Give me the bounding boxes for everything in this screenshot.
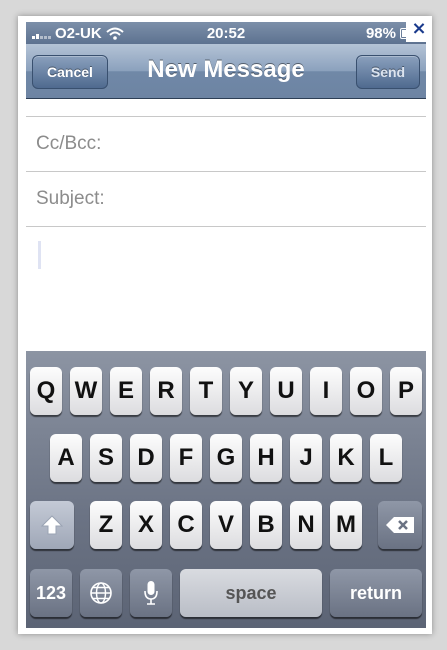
key-c[interactable]: C: [170, 501, 202, 549]
key-w[interactable]: W: [70, 367, 102, 415]
key-r[interactable]: R: [150, 367, 182, 415]
globe-key[interactable]: [80, 569, 122, 617]
cc-bcc-label: Cc/Bcc:: [36, 133, 102, 154]
key-l[interactable]: L: [370, 434, 402, 482]
status-bar: O2-UK 20:52 98%: [26, 22, 426, 44]
key-a[interactable]: A: [50, 434, 82, 482]
key-o[interactable]: O: [350, 367, 382, 415]
battery-percent: 98%: [365, 25, 396, 42]
key-x[interactable]: X: [130, 501, 162, 549]
key-d[interactable]: D: [130, 434, 162, 482]
navigation-bar: Cancel New Message Send: [26, 44, 426, 99]
key-u[interactable]: U: [270, 367, 302, 415]
send-button[interactable]: Send: [356, 55, 420, 89]
numbers-key[interactable]: 123: [30, 569, 72, 617]
key-b[interactable]: B: [250, 501, 282, 549]
key-q[interactable]: Q: [30, 367, 62, 415]
key-h[interactable]: H: [250, 434, 282, 482]
key-i[interactable]: I: [310, 367, 342, 415]
to-field[interactable]: [26, 99, 426, 117]
globe-icon: [90, 582, 112, 604]
subject-label: Subject:: [36, 188, 105, 209]
close-icon[interactable]: ×: [406, 16, 432, 42]
subject-field[interactable]: Subject:: [26, 172, 426, 227]
key-p[interactable]: P: [390, 367, 422, 415]
key-s[interactable]: S: [90, 434, 122, 482]
microphone-key[interactable]: [130, 569, 172, 617]
key-e[interactable]: E: [110, 367, 142, 415]
backspace-key[interactable]: [378, 501, 422, 549]
key-k[interactable]: K: [330, 434, 362, 482]
cc-bcc-field[interactable]: Cc/Bcc:: [26, 117, 426, 172]
key-m[interactable]: M: [330, 501, 362, 549]
microphone-icon: [144, 581, 158, 605]
key-v[interactable]: V: [210, 501, 242, 549]
message-body[interactable]: [26, 227, 426, 351]
space-key[interactable]: space: [180, 569, 322, 617]
key-t[interactable]: T: [190, 367, 222, 415]
key-z[interactable]: Z: [90, 501, 122, 549]
key-f[interactable]: F: [170, 434, 202, 482]
shift-key[interactable]: [30, 501, 74, 549]
shift-icon: [41, 515, 63, 535]
keyboard: Q W E R T Y U I O P A S D F G H J K L Z …: [26, 351, 426, 628]
key-g[interactable]: G: [210, 434, 242, 482]
key-j[interactable]: J: [290, 434, 322, 482]
key-y[interactable]: Y: [230, 367, 262, 415]
text-cursor: [38, 241, 41, 269]
key-n[interactable]: N: [290, 501, 322, 549]
backspace-icon: [386, 517, 414, 533]
phone-screen: O2-UK 20:52 98% Cancel New Message Send …: [26, 22, 426, 628]
return-key[interactable]: return: [330, 569, 422, 617]
